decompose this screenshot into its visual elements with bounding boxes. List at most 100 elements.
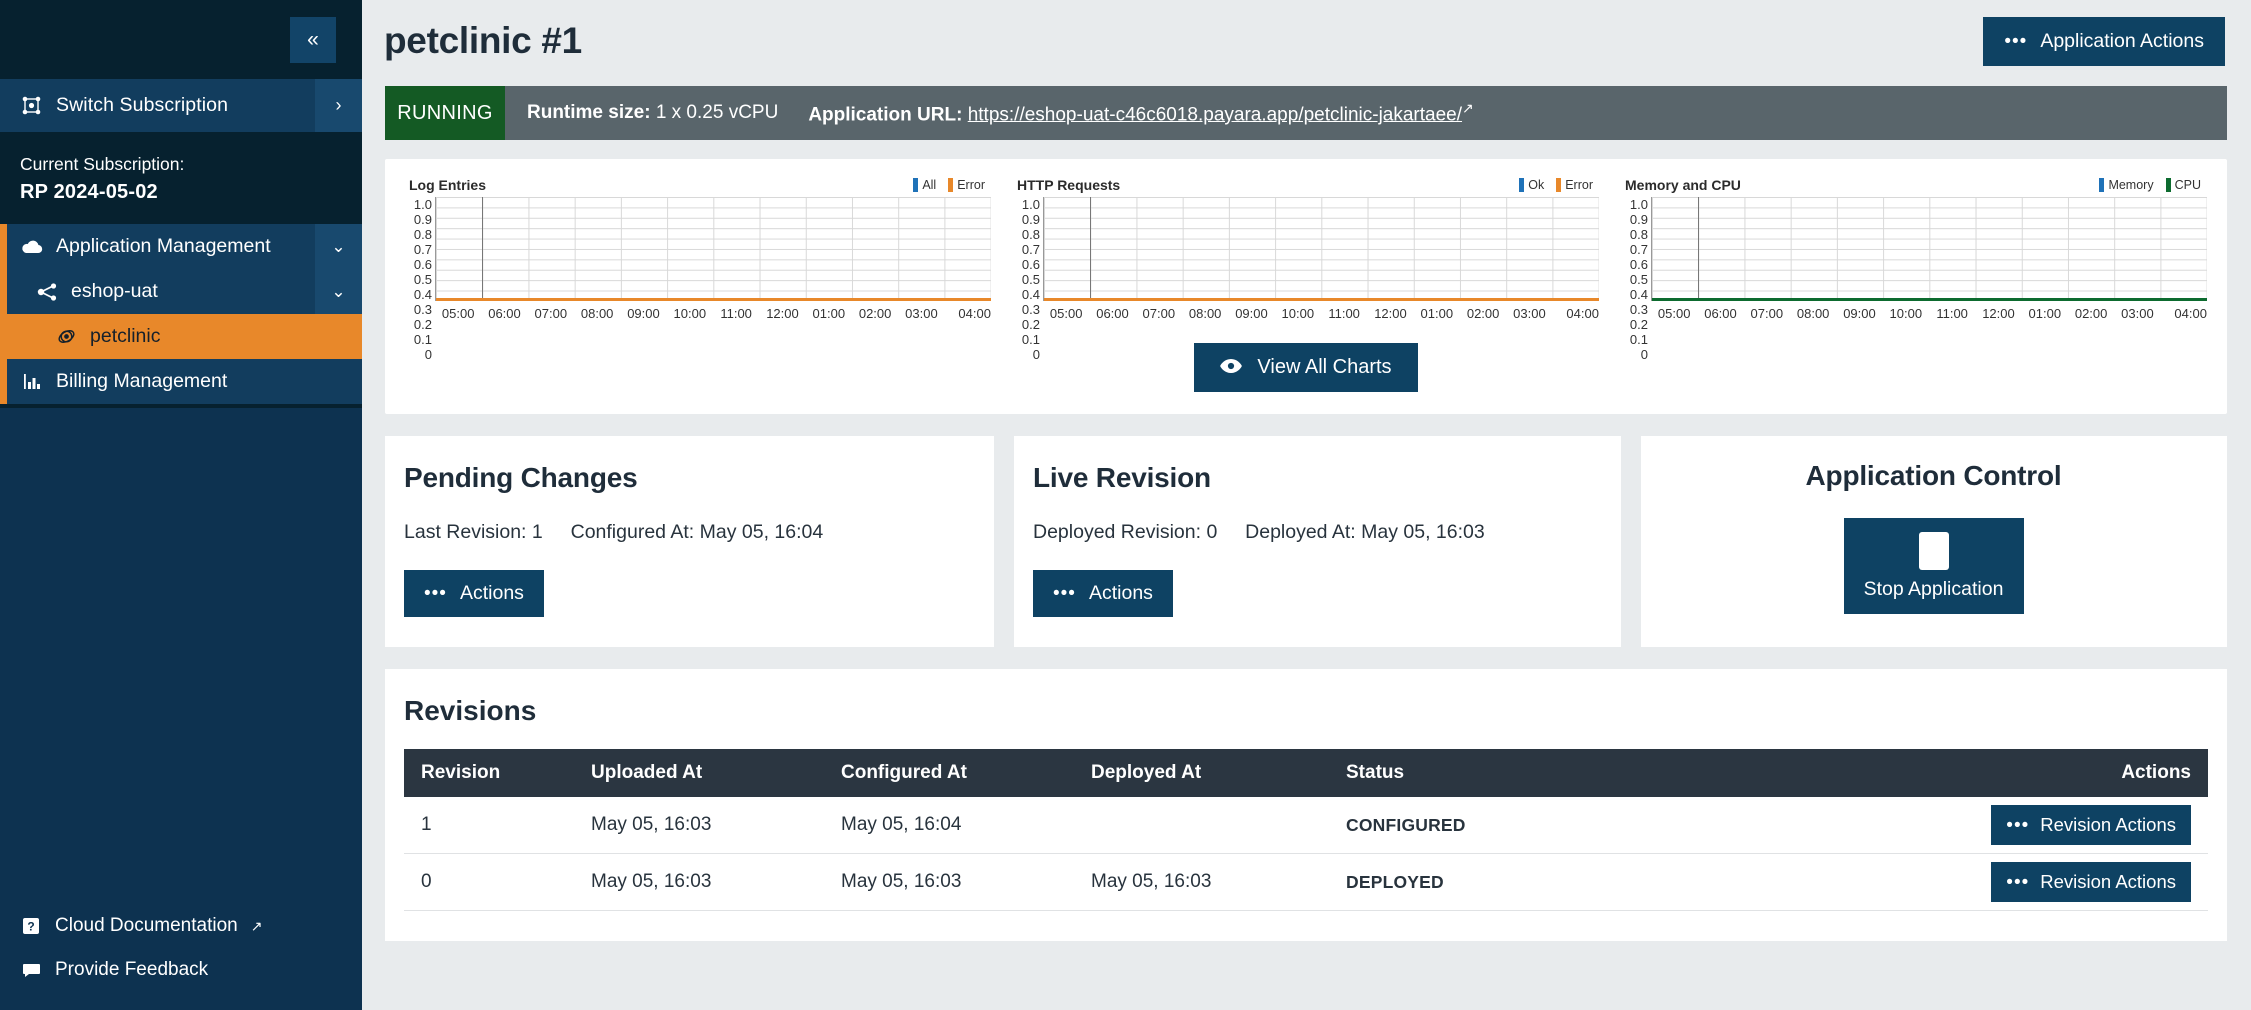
x-tick: 12:00: [1374, 306, 1407, 321]
y-tick: 0.3: [1629, 302, 1648, 317]
charts-row: Log Entries All Error 1.0 0.9 0.8 0.7 0.…: [405, 177, 2207, 362]
ellipsis-icon: •••: [2004, 30, 2028, 52]
y-tick: 0.5: [1629, 272, 1648, 287]
legend-label: Ok: [1528, 178, 1545, 192]
legend-swatch: [913, 178, 919, 192]
legend-swatch: [2165, 178, 2171, 192]
chevron-down-icon[interactable]: ⌄: [315, 224, 362, 269]
chart-grid: [1651, 197, 2207, 301]
legend-item: CPU: [2165, 178, 2201, 192]
y-tick: 0.4: [1021, 287, 1040, 302]
sidebar-item-application-management[interactable]: Application Management ⌄: [0, 224, 362, 269]
view-all-charts-label: View All Charts: [1257, 356, 1392, 378]
revisions-table: Revision Uploaded At Configured At Deplo…: [404, 749, 2208, 911]
application-url-link[interactable]: https://eshop-uat-c46c6018.payara.app/pe…: [968, 104, 1462, 125]
x-tick: 02:00: [1466, 306, 1500, 321]
x-tick: 09:00: [1235, 306, 1268, 321]
chart-log-entries: Log Entries All Error 1.0 0.9 0.8 0.7 0.…: [405, 177, 991, 362]
runtime-size-label: Runtime size:: [527, 102, 651, 123]
x-tick: 12:00: [1982, 306, 2015, 321]
revision-actions-button[interactable]: ••• Revision Actions: [1991, 862, 2191, 902]
sidebar-item-petclinic[interactable]: petclinic: [0, 314, 362, 359]
chevron-down-icon[interactable]: ⌄: [315, 269, 362, 314]
chart-x-axis: 05:00 06:00 07:00 08:00 09:00 10:00 11:0…: [1621, 306, 2207, 321]
cell-deployed-at: May 05, 16:03: [1074, 853, 1329, 911]
sidebar-collapse-button[interactable]: «: [290, 16, 336, 63]
ellipsis-icon: •••: [2006, 871, 2030, 893]
runtime-size-value: 1 x 0.25 vCPU: [655, 102, 779, 123]
y-tick: 0.9: [1021, 212, 1040, 227]
page-title: petclinic #1: [384, 20, 582, 61]
y-tick: 0.5: [413, 272, 432, 287]
y-tick: 0.2: [1021, 317, 1040, 332]
x-tick: 02:00: [858, 306, 892, 321]
stop-square-icon: [1918, 531, 1949, 570]
legend-label: Memory: [2108, 178, 2154, 192]
sidebar-item-switch-subscription[interactable]: Switch Subscription ›: [0, 79, 362, 132]
cell-uploaded-at: May 05, 16:03: [574, 853, 824, 911]
y-tick: 0: [1032, 347, 1040, 362]
sidebar-label-eshop-uat: eshop-uat: [71, 280, 158, 302]
legend-label: Error: [1565, 178, 1593, 192]
app-root: « Switch Subscription › Current Subscrip…: [0, 0, 2251, 1010]
x-tick: 08:00: [1188, 306, 1222, 321]
view-all-charts-button[interactable]: View All Charts: [1194, 343, 1418, 392]
y-tick: 0.3: [413, 302, 432, 317]
stop-application-button[interactable]: Stop Application: [1843, 518, 2024, 614]
x-tick: 04:00: [1566, 306, 1599, 321]
sidebar-item-billing-management[interactable]: Billing Management: [0, 359, 362, 404]
x-tick: 11:00: [1328, 306, 1360, 321]
y-tick: 0: [424, 347, 432, 362]
y-tick: 0: [1640, 347, 1648, 362]
cloud-icon: [21, 239, 43, 254]
subscription-icon: [20, 96, 42, 115]
application-actions-button[interactable]: ••• Application Actions: [1983, 16, 2225, 66]
chart-series-line-error: [436, 298, 991, 301]
chart-legend: Ok Error: [1519, 178, 1593, 192]
sidebar-top-bar: «: [0, 0, 362, 79]
live-revision-meta: Deployed Revision: 0 Deployed At: May 05…: [1033, 521, 1601, 544]
chart-legend: All Error: [913, 178, 985, 192]
x-tick: 01:00: [1420, 306, 1454, 321]
ellipsis-icon: •••: [2006, 814, 2030, 836]
y-tick: 0.1: [413, 332, 432, 347]
sidebar-label-petclinic: petclinic: [90, 325, 161, 347]
chart-memory-and-cpu: Memory and CPU Memory CPU 1.0 0.9 0.8 0.…: [1621, 177, 2207, 362]
live-revision-actions-label: Actions: [1088, 582, 1153, 604]
y-tick: 0.8: [413, 227, 432, 242]
sidebar-item-cloud-documentation[interactable]: ? Cloud Documentation ↗: [0, 904, 362, 948]
chart-y-axis: 1.0 0.9 0.8 0.7 0.6 0.5 0.4 0.3 0.2 0.1 …: [1013, 197, 1043, 362]
legend-item: Error: [948, 178, 985, 192]
y-tick: 0.7: [413, 242, 432, 257]
x-tick: 08:00: [1796, 306, 1830, 321]
chart-series-line-cpu: [1652, 298, 2207, 301]
chart-header: HTTP Requests Ok Error: [1013, 177, 1599, 197]
table-row: 1 May 05, 16:03 May 05, 16:04 CONFIGURED…: [404, 797, 2208, 854]
column-header-actions: Actions: [1677, 749, 2208, 797]
legend-swatch: [2099, 178, 2105, 192]
live-revision-title: Live Revision: [1033, 462, 1211, 493]
eye-icon: [1220, 356, 1243, 379]
chart-plot: 1.0 0.9 0.8 0.7 0.6 0.5 0.4 0.3 0.2 0.1 …: [1013, 197, 1599, 362]
live-revision-actions-button[interactable]: ••• Actions: [1033, 570, 1173, 617]
chart-x-axis: 05:00 06:00 07:00 08:00 09:00 10:00 11:0…: [1013, 306, 1599, 321]
revision-actions-button[interactable]: ••• Revision Actions: [1991, 805, 2191, 845]
x-tick: 03:00: [2121, 306, 2154, 321]
x-tick: 09:00: [1843, 306, 1876, 321]
pending-changes-actions-button[interactable]: ••• Actions: [404, 570, 544, 617]
y-tick: 0.3: [1021, 302, 1040, 317]
legend-label: Error: [957, 178, 985, 192]
x-tick: 05:00: [441, 306, 475, 321]
chevron-right-icon[interactable]: ›: [315, 79, 362, 132]
legend-item: Ok: [1519, 178, 1544, 192]
sidebar-item-provide-feedback[interactable]: Provide Feedback: [0, 948, 362, 992]
deployed-revision-label: Deployed Revision:: [1033, 521, 1202, 543]
x-tick: 05:00: [1049, 306, 1083, 321]
sidebar-item-eshop-uat[interactable]: eshop-uat ⌄: [0, 269, 362, 314]
y-tick: 0.4: [413, 287, 432, 302]
revisions-table-head: Revision Uploaded At Configured At Deplo…: [404, 749, 2208, 797]
current-subscription-caption: Current Subscription:: [20, 154, 185, 174]
svg-text:?: ?: [27, 920, 34, 934]
y-tick: 1.0: [413, 197, 432, 212]
pending-changes-actions-label: Actions: [459, 582, 524, 604]
